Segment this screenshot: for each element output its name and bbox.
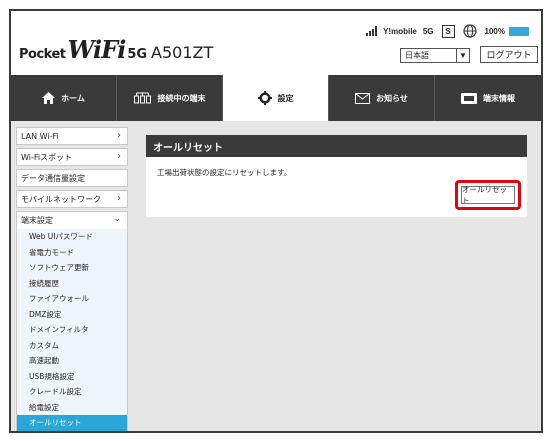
logout-button[interactable]: ログアウト — [480, 46, 538, 63]
sidebar-item-label: Wi-Fiスポット — [21, 152, 73, 162]
nav-label: 設定 — [277, 93, 294, 103]
signal-icon — [366, 26, 378, 36]
sidebar-item-connection-history[interactable]: 接続履歴 — [17, 275, 127, 291]
sidebar-item-label: LAN Wi-Fi — [21, 131, 59, 141]
sidebar-item-firewall[interactable]: ファイアウォール — [17, 291, 127, 307]
sidebar-item-mobile-network[interactable]: モバイルネットワーク › — [16, 190, 128, 208]
home-icon — [42, 92, 56, 104]
globe-icon — [462, 24, 477, 38]
chevron-right-icon: › — [117, 130, 121, 141]
status-bar: Y!mobile 5G S 100% — [366, 23, 529, 39]
mail-icon — [355, 92, 371, 104]
nav-label: ホーム — [61, 93, 85, 103]
settings-sidebar: LAN Wi-Fi › Wi-Fiスポット › データ通信量設定 モバイルネット… — [16, 127, 128, 431]
panel-description: 工場出荷状態の設定にリセットします。 — [157, 168, 292, 177]
language-select-value: 日本語 — [405, 51, 429, 60]
chevron-down-icon: ▼ — [456, 49, 469, 62]
sidebar-item-all-reset[interactable]: オールリセット — [17, 415, 127, 431]
sidebar-item-usb-standard[interactable]: USB規格設定 — [17, 368, 127, 384]
sidebar-item-power-saving[interactable]: 省電力モード — [17, 244, 127, 260]
chevron-down-icon: ⌄ — [113, 214, 121, 224]
sidebar-item-cradle[interactable]: クレードル設定 — [17, 384, 127, 400]
sidebar-item-domain-filter[interactable]: ドメインフィルタ — [17, 322, 127, 338]
sidebar-item-custom[interactable]: カスタム — [17, 337, 127, 353]
nav-label: 端末情報 — [483, 93, 515, 103]
sim-icon: S — [441, 24, 455, 38]
router-admin-window: Pocket WiFi 5G A501ZT Y!mobile 5G S 100%… — [9, 9, 543, 433]
sidebar-item-lan-wifi[interactable]: LAN Wi-Fi › — [16, 127, 128, 145]
network-type: 5G — [422, 26, 434, 36]
device-info-icon — [461, 92, 477, 104]
nav-item-settings[interactable]: 設定 — [223, 75, 329, 121]
header: Pocket WiFi 5G A501ZT Y!mobile 5G S 100%… — [11, 11, 541, 75]
sidebar-group-device-settings: 端末設定 ⌄ Web UIパスワード 省電力モード ソフトウェア更新 接続履歴 … — [16, 211, 128, 431]
devices-icon — [133, 92, 152, 104]
nav-item-devices[interactable]: 接続中の端末 — [117, 75, 223, 121]
sidebar-item-dmz[interactable]: DMZ設定 — [17, 306, 127, 322]
language-select[interactable]: 日本語 ▼ — [400, 48, 470, 63]
sidebar-item-webui-password[interactable]: Web UIパスワード — [17, 229, 127, 245]
content-area: LAN Wi-Fi › Wi-Fiスポット › データ通信量設定 モバイルネット… — [11, 121, 541, 431]
nav-item-news[interactable]: お知らせ — [329, 75, 435, 121]
product-logo: Pocket WiFi 5G A501ZT — [19, 35, 214, 64]
logo-pocket: Pocket — [19, 47, 66, 62]
logo-5g: 5G — [127, 47, 148, 62]
sidebar-item-data-usage[interactable]: データ通信量設定 — [16, 169, 128, 187]
nav-item-home[interactable]: ホーム — [11, 75, 117, 121]
main-nav: ホーム 接続中の端末 設定 お知らせ 端末情報 — [11, 75, 541, 121]
sidebar-item-label: モバイルネットワーク — [21, 194, 101, 204]
sidebar-group-label: 端末設定 — [21, 216, 53, 225]
sidebar-item-wifi-spot[interactable]: Wi-Fiスポット › — [16, 148, 128, 166]
logo-wifi: WiFi — [67, 35, 127, 64]
logo-model: A501ZT — [151, 43, 214, 62]
all-reset-button[interactable]: オールリセット — [461, 185, 515, 205]
all-reset-panel: オールリセット 工場出荷状態の設定にリセットします。 オールリセット — [146, 135, 527, 217]
nav-item-device-info[interactable]: 端末情報 — [435, 75, 541, 121]
nav-label: お知らせ — [376, 93, 408, 103]
sidebar-item-software-update[interactable]: ソフトウェア更新 — [17, 260, 127, 276]
nav-label: 接続中の端末 — [157, 93, 206, 103]
chevron-right-icon: › — [117, 193, 121, 204]
sidebar-item-fast-boot[interactable]: 高速起動 — [17, 353, 127, 369]
sidebar-item-power-supply[interactable]: 給電設定 — [17, 399, 127, 415]
carrier-name: Y!mobile — [383, 26, 417, 36]
gear-icon — [257, 91, 272, 105]
sidebar-group-header[interactable]: 端末設定 ⌄ — [17, 212, 127, 229]
battery-icon — [509, 26, 529, 36]
chevron-right-icon: › — [117, 151, 121, 162]
battery-percent: 100% — [484, 26, 505, 36]
sidebar-item-label: データ通信量設定 — [21, 173, 85, 183]
panel-title: オールリセット — [146, 135, 527, 157]
